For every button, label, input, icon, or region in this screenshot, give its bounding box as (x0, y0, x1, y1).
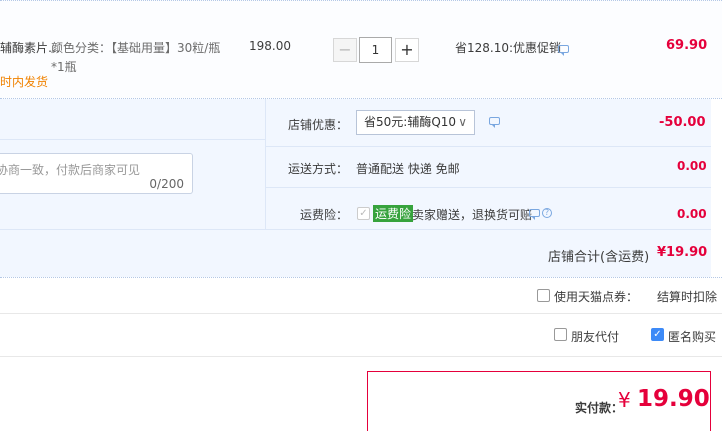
promo-text: 省128.10:优惠促销 (455, 41, 562, 55)
unit-price: 198.00 (249, 39, 291, 53)
discount-info-icon[interactable] (489, 117, 500, 128)
friend-pay-checkbox[interactable] (554, 328, 567, 341)
insurance-chat-icon[interactable] (529, 209, 540, 220)
shipping-amount: 0.00 (677, 159, 707, 173)
options-divider-2 (0, 356, 722, 357)
shop-discount-select[interactable]: 省50元:辅酶Q10 ∨ (356, 110, 475, 135)
panel-left-divider (0, 139, 265, 140)
insurance-text: 卖家赠送，退换货可赔 (412, 208, 533, 222)
anonymous-label: 匿名购买 (668, 330, 717, 344)
shop-discount-amount: -50.00 (659, 115, 706, 130)
insurance-tag: 运费险 (373, 205, 414, 222)
insurance-label: 运费险： (300, 208, 349, 222)
insurance-checkbox: ✓ (357, 207, 370, 220)
order-message-count: 0/200 (149, 177, 184, 191)
payment-amount: 19.90 (637, 386, 710, 412)
panel-bottom-divider (0, 277, 722, 278)
anonymous-checkbox[interactable]: ✓ (651, 328, 664, 341)
shop-total-amount: ¥19.90 (657, 245, 708, 260)
quantity-input[interactable]: 1 (359, 37, 392, 63)
panel-divider-2 (266, 187, 711, 188)
panel-divider-1 (266, 146, 711, 147)
delivery-note: 时内发货 (0, 75, 49, 89)
panel-column-separator (265, 99, 266, 229)
insurance-amount: 0.00 (677, 207, 707, 221)
item-subtotal: 69.90 (666, 38, 708, 53)
help-icon[interactable]: ? (542, 208, 552, 218)
shop-discount-selected: 省50元:辅酶Q10 (364, 115, 457, 129)
order-message-input[interactable]: 协商一致，付款后商家可见 0/200 (0, 153, 193, 194)
panel-total-divider (0, 229, 711, 230)
payment-label: 实付款： (575, 401, 624, 415)
shipping-method: 普通配送 快递 免邮 (356, 162, 460, 176)
top-divider (0, 0, 722, 1)
shipping-label: 运送方式： (288, 162, 349, 176)
quantity-minus-button[interactable]: − (333, 38, 357, 62)
shop-discount-label: 店铺优惠： (288, 118, 349, 132)
options-divider (0, 313, 722, 314)
friend-pay-label: 朋友代付 (571, 330, 620, 344)
quantity-plus-button[interactable]: + (395, 38, 419, 62)
sku-attributes: 颜色分类：【基础用量】30粒/瓶 (51, 41, 221, 55)
chat-icon[interactable] (558, 45, 569, 56)
order-message-placeholder: 协商一致，付款后商家可见 (0, 163, 141, 177)
tmall-points-note: 结算时扣除 (657, 290, 718, 304)
shop-total-label: 店铺合计(含运费) (548, 250, 650, 265)
tmall-points-checkbox[interactable] (537, 289, 550, 302)
tmall-points-label: 使用天猫点券： (554, 290, 639, 304)
payment-currency: ¥ (618, 388, 631, 412)
chevron-down-icon: ∨ (458, 115, 467, 129)
sku-quantity-note: *1瓶 (51, 60, 77, 74)
